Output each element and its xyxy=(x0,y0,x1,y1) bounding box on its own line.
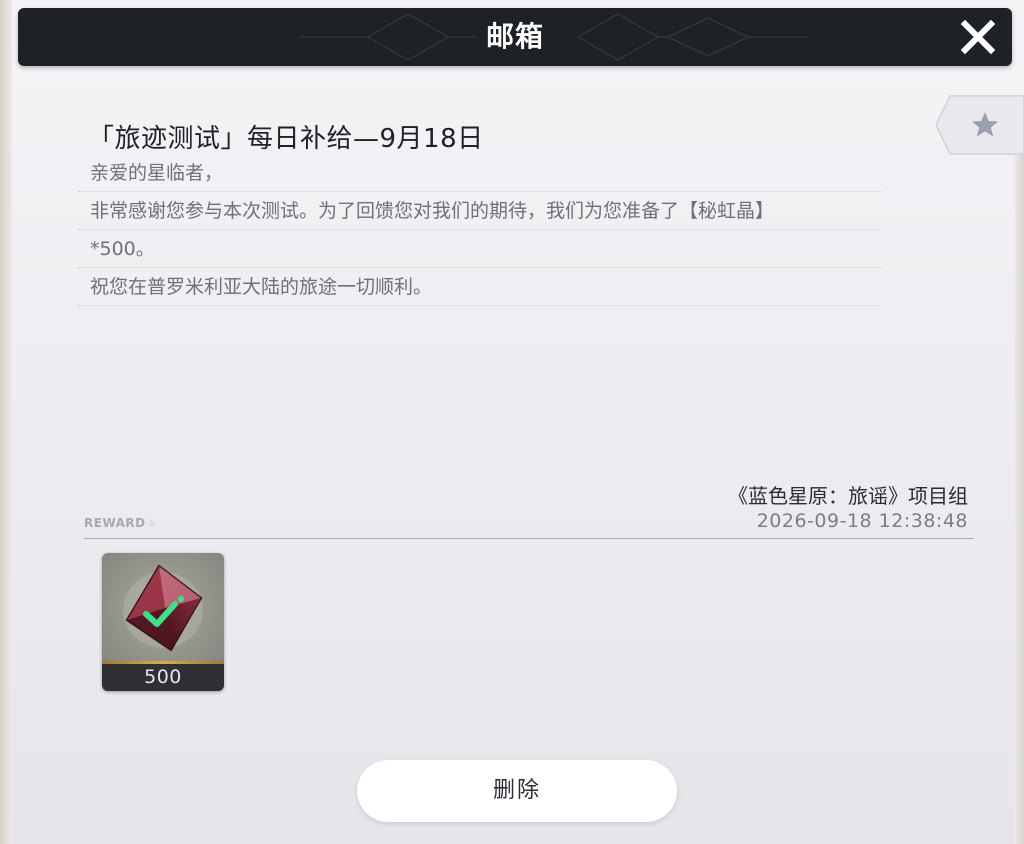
mail-title: 「旅迹测试」每日补给—9月18日 xyxy=(88,124,484,154)
reward-divider xyxy=(84,538,974,539)
close-icon xyxy=(960,19,996,55)
mail-body: 亲爱的星临者， 非常感谢您参与本次测试。为了回馈您对我们的期待，我们为您准备了【… xyxy=(78,154,882,306)
mail-body-line: *500。 xyxy=(78,230,882,268)
close-button[interactable] xyxy=(958,17,998,57)
reward-item[interactable]: 500 xyxy=(102,553,224,691)
mail-body-line: 非常感谢您参与本次测试。为了回馈您对我们的期待，我们为您准备了【秘虹晶】 xyxy=(78,192,882,230)
reward-label-text: REWARD xyxy=(84,516,146,530)
red-crystal-icon xyxy=(123,564,203,652)
delete-button[interactable]: 删除 xyxy=(357,760,677,822)
reward-section-label: REWARD ✧ xyxy=(84,516,157,530)
window-title: 邮箱 xyxy=(485,20,544,53)
mail-timestamp: 2026-09-18 12:38:48 xyxy=(756,510,968,532)
title-bar: 邮箱 xyxy=(18,8,1012,66)
panel-left-edge xyxy=(0,0,12,844)
favorite-tab[interactable] xyxy=(935,94,1024,156)
reward-count: 500 xyxy=(102,664,224,691)
mail-body-line: 祝您在普罗米利亚大陆的旅途一切顺利。 xyxy=(78,268,882,306)
mail-body-line: 亲爱的星临者， xyxy=(78,154,882,192)
panel-right-edge xyxy=(1014,150,1024,844)
mail-sender: 《蓝色星原：旅谣》项目组 xyxy=(728,484,968,508)
small-star-icon: ✧ xyxy=(147,519,157,530)
